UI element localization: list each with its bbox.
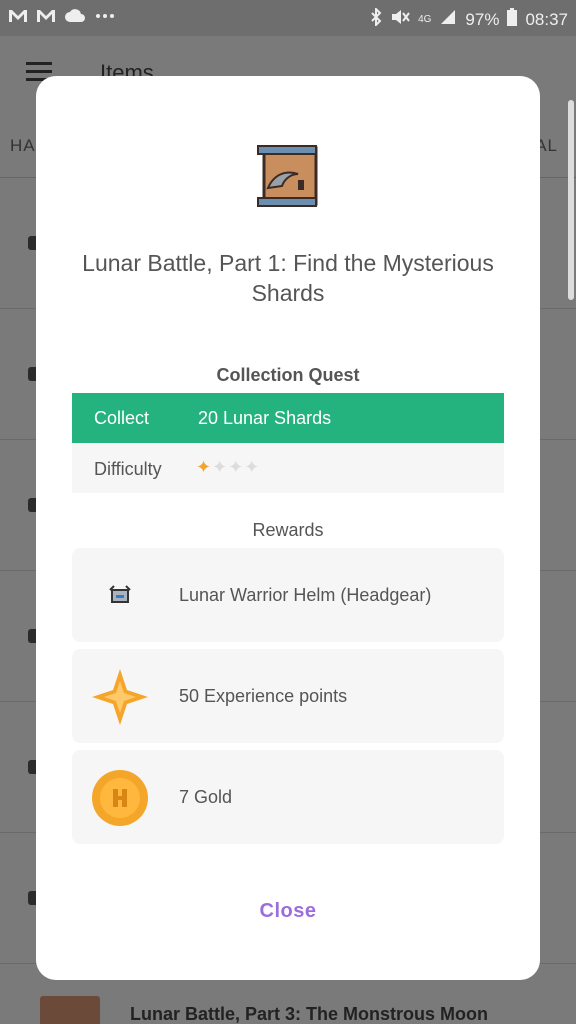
- star-icon: ✦: [228, 457, 244, 477]
- difficulty-row: Difficulty ✦ ✦ ✦ ✦: [72, 443, 504, 493]
- difficulty-stars: ✦ ✦ ✦ ✦: [196, 457, 259, 478]
- gmail-icon: [8, 8, 28, 29]
- list-item-title: Lunar Battle, Part 3: The Monstrous Moon: [130, 1004, 489, 1024]
- helm-icon: [92, 568, 148, 624]
- network-type: 4G: [418, 14, 432, 25]
- gold-coin-icon: [92, 770, 148, 826]
- clock: 08:37: [525, 9, 568, 29]
- close-button[interactable]: Close: [36, 900, 540, 923]
- quest-scroll-icon: [254, 142, 322, 212]
- star-icon: ✦: [244, 457, 260, 477]
- quest-type: Collection Quest: [216, 365, 360, 385]
- quest-scroll-icon: [40, 996, 100, 1024]
- reward-item: 7 Gold: [72, 750, 504, 844]
- mute-icon: [390, 8, 410, 31]
- reward-item: 50 Experience points: [72, 649, 504, 743]
- cloud-icon: [64, 8, 86, 29]
- collect-row: Collect 20 Lunar Shards: [72, 393, 504, 443]
- gmail-icon: [36, 8, 56, 29]
- battery-percent: 97%: [465, 9, 500, 29]
- difficulty-label: Difficulty: [94, 459, 162, 479]
- star-icon: ✦: [196, 457, 212, 477]
- quest-dialog: Lunar Battle, Part 1: Find the Mysteriou…: [36, 76, 540, 980]
- rewards-heading: Rewards: [252, 520, 324, 540]
- tab-left[interactable]: HA: [10, 136, 36, 156]
- reward-label: 50 Experience points: [179, 686, 348, 706]
- signal-icon: [439, 8, 457, 31]
- reward-label: Lunar Warrior Helm (Headgear): [179, 585, 432, 605]
- collect-label: Collect: [94, 408, 150, 428]
- reward-label: 7 Gold: [179, 787, 233, 807]
- star-icon: ✦: [212, 457, 228, 477]
- bluetooth-icon: [370, 6, 382, 31]
- status-bar: 4G 97% 08:37: [0, 0, 576, 36]
- experience-star-icon: [92, 669, 148, 725]
- collect-value: 20 Lunar Shards: [198, 408, 332, 428]
- scrollbar[interactable]: [568, 100, 574, 300]
- more-icon: [94, 8, 116, 29]
- battery-icon: [507, 8, 518, 31]
- quest-title: Lunar Battle, Part 1: Find the Mysteriou…: [82, 250, 494, 306]
- reward-item: Lunar Warrior Helm (Headgear): [72, 548, 504, 642]
